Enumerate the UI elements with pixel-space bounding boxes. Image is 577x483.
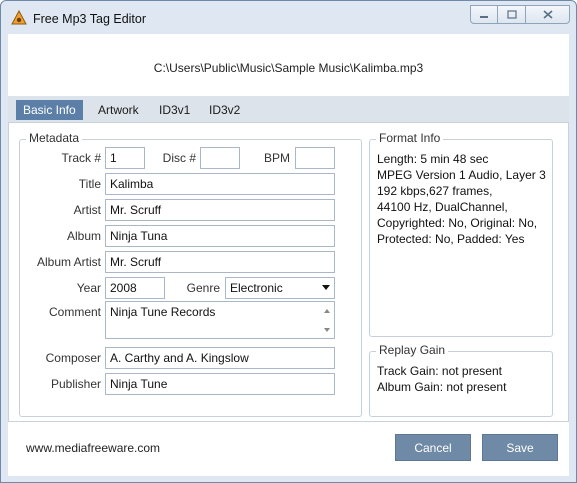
artist-input[interactable]: Mr. Scruff: [105, 199, 335, 221]
format-info-legend: Format Info: [376, 131, 444, 145]
replay-gain-text: Track Gain: not present Album Gain: not …: [377, 363, 506, 395]
tab-basic-info[interactable]: Basic Info: [16, 100, 83, 120]
bpm-label: BPM: [263, 151, 290, 165]
album-artist-input[interactable]: Mr. Scruff: [105, 251, 335, 273]
tab-panel: Metadata Track # 1 Disc # BPM Title Kali…: [8, 122, 569, 422]
chevron-down-icon: [322, 285, 330, 290]
app-window: Free Mp3 Tag Editor C:\Users\Public\Musi…: [0, 0, 577, 483]
genre-select[interactable]: Electronic: [225, 277, 335, 299]
format-protected: Protected: No, Padded: Yes: [377, 232, 525, 246]
format-bitrate: 192 kbps,627 frames,: [377, 184, 493, 198]
client-area: C:\Users\Public\Music\Sample Music\Kalim…: [8, 34, 569, 476]
publisher-label: Publisher: [50, 377, 101, 391]
bpm-input[interactable]: [295, 147, 335, 169]
title-input[interactable]: Kalimba: [105, 173, 335, 195]
album-label: Album: [66, 229, 101, 243]
comment-value: Ninja Tune Records: [110, 305, 216, 319]
tab-strip: Basic Info Artwork ID3v1 ID3v2: [8, 96, 569, 122]
format-info-group: Format Info Length: 5 min 48 sec MPEG Ve…: [369, 131, 553, 337]
minimize-icon: [480, 15, 488, 18]
maximize-icon: [506, 10, 517, 19]
maximize-button[interactable]: [498, 5, 526, 24]
replay-gain-group: Replay Gain Track Gain: not present Albu…: [369, 343, 553, 417]
track-gain: Track Gain: not present: [377, 364, 502, 378]
album-artist-label: Album Artist: [36, 255, 101, 269]
album-input[interactable]: Ninja Tuna: [105, 225, 335, 247]
track-label: Track #: [61, 151, 101, 165]
disc-label: Disc #: [162, 151, 196, 165]
comment-label: Comment: [48, 305, 101, 319]
minimize-button[interactable]: [470, 5, 498, 24]
website-link[interactable]: www.mediafreeware.com: [26, 441, 160, 455]
format-samplerate: 44100 Hz, DualChannel,: [377, 200, 508, 214]
genre-value: Electronic: [230, 281, 283, 295]
window-title: Free Mp3 Tag Editor: [33, 12, 147, 26]
title-label: Title: [78, 177, 101, 191]
metadata-legend: Metadata: [26, 131, 83, 145]
format-mpeg: MPEG Version 1 Audio, Layer 3: [377, 168, 546, 182]
genre-label: Genre: [186, 281, 220, 295]
format-length: Length: 5 min 48 sec: [377, 152, 489, 166]
comment-textarea[interactable]: Ninja Tune Records: [105, 301, 335, 339]
year-label: Year: [76, 281, 101, 295]
track-input[interactable]: 1: [105, 147, 145, 169]
replay-gain-legend: Replay Gain: [376, 343, 449, 357]
album-gain: Album Gain: not present: [377, 380, 507, 394]
scroll-up-icon[interactable]: [324, 309, 330, 313]
metadata-group: Metadata Track # 1 Disc # BPM Title Kali…: [19, 131, 362, 417]
publisher-input[interactable]: Ninja Tune: [105, 373, 335, 395]
cancel-button[interactable]: Cancel: [395, 434, 471, 461]
window-controls: [470, 5, 570, 25]
basic-info-panel: Metadata Track # 1 Disc # BPM Title Kali…: [8, 122, 569, 422]
composer-input[interactable]: A. Carthy and A. Kingslow: [105, 347, 335, 369]
title-bar[interactable]: Free Mp3 Tag Editor: [1, 1, 576, 37]
artist-label: Artist: [73, 203, 101, 217]
format-copyright: Copyrighted: No, Original: No,: [377, 216, 538, 230]
tab-id3v2[interactable]: ID3v2: [202, 100, 247, 120]
tab-id3v1[interactable]: ID3v1: [152, 100, 197, 120]
format-info-text: Length: 5 min 48 sec MPEG Version 1 Audi…: [377, 151, 546, 247]
save-button[interactable]: Save: [482, 434, 558, 461]
app-logo-icon: [11, 9, 27, 26]
composer-label: Composer: [45, 351, 101, 365]
file-path: C:\Users\Public\Music\Sample Music\Kalim…: [153, 61, 424, 75]
scroll-down-icon[interactable]: [324, 328, 330, 332]
close-icon: [542, 10, 553, 19]
close-button[interactable]: [526, 5, 570, 24]
year-input[interactable]: 2008: [105, 277, 165, 299]
tab-artwork[interactable]: Artwork: [91, 100, 146, 120]
disc-input[interactable]: [200, 147, 240, 169]
